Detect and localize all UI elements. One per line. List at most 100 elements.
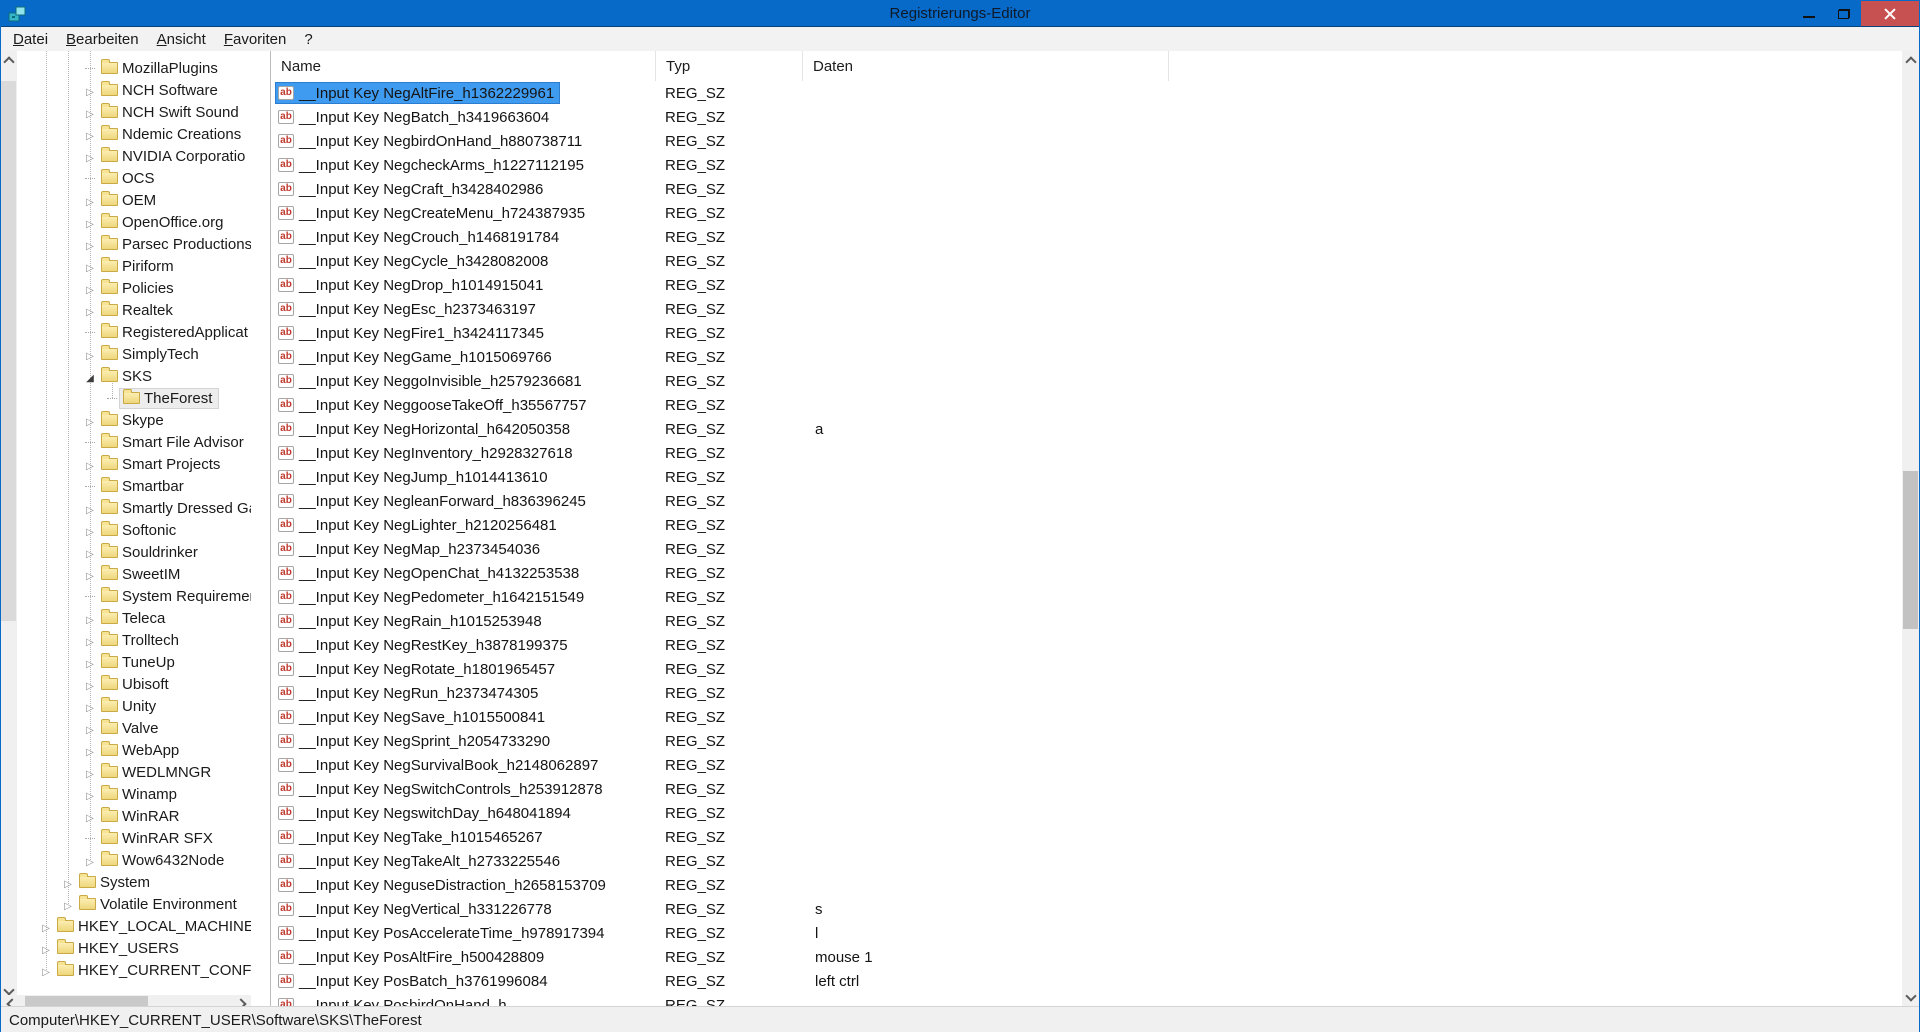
registry-value-row[interactable]: ab__Input Key NegJump_h1014413610REG_SZ [271, 465, 1902, 489]
tree-expander-icon[interactable] [83, 629, 97, 651]
tree-expander-icon[interactable] [83, 497, 97, 519]
tree-item-smart-projects[interactable]: Smart Projects [1, 453, 251, 475]
registry-value-row[interactable]: ab__Input Key NegLighter_h2120256481REG_… [271, 513, 1902, 537]
tree-item-registeredapplicat[interactable]: RegisteredApplicat [1, 321, 251, 343]
list-vertical-scrollbar-thumb[interactable] [1903, 471, 1918, 629]
registry-value-row[interactable]: ab__Input Key NegMap_h2373454036REG_SZ [271, 537, 1902, 561]
tree-item-trolltech[interactable]: Trolltech [1, 629, 251, 651]
registry-value-row[interactable]: ab__Input Key NegbirdOnHand_h880738711RE… [271, 129, 1902, 153]
registry-value-row[interactable]: ab__Input Key NegSprint_h2054733290REG_S… [271, 729, 1902, 753]
tree-item-smart-file-advisor[interactable]: Smart File Advisor [1, 431, 251, 453]
tree-expander-icon[interactable] [39, 915, 53, 937]
registry-value-row[interactable]: ab__Input Key NegSave_h1015500841REG_SZ [271, 705, 1902, 729]
registry-value-row[interactable]: ab__Input Key NegcheckArms_h1227112195RE… [271, 153, 1902, 177]
tree-expander-icon[interactable] [83, 695, 97, 717]
tree-item-smartly-dressed-ga[interactable]: Smartly Dressed Ga [1, 497, 251, 519]
tree-expander-icon[interactable] [83, 849, 97, 871]
menu-item-datei[interactable]: Datei [4, 28, 57, 51]
tree-item-winamp[interactable]: Winamp [1, 783, 251, 805]
tree-expander-icon[interactable] [83, 563, 97, 585]
tree-item-valve[interactable]: Valve [1, 717, 251, 739]
tree-vertical-scrollbar[interactable] [1, 51, 17, 1000]
column-header-data[interactable]: Daten [803, 51, 1169, 81]
minimize-button[interactable] [1791, 1, 1826, 26]
registry-value-row[interactable]: ab__Input Key PosbirdOnHand_h…REG_SZ [271, 993, 1902, 1006]
tree-item-wedlmngr[interactable]: WEDLMNGR [1, 761, 251, 783]
registry-value-row[interactable]: ab__Input Key NegSwitchControls_h2539128… [271, 777, 1902, 801]
tree-item-oem[interactable]: OEM [1, 189, 251, 211]
registry-value-row[interactable]: ab__Input Key NegGame_h1015069766REG_SZ [271, 345, 1902, 369]
column-header-type[interactable]: Typ [656, 51, 803, 81]
tree-item-mozillaplugins[interactable]: MozillaPlugins [1, 57, 251, 79]
registry-value-row[interactable]: ab__Input Key NegCrouch_h1468191784REG_S… [271, 225, 1902, 249]
tree-expander-icon[interactable] [83, 277, 97, 299]
tree-item-openoffice-org[interactable]: OpenOffice.org [1, 211, 251, 233]
registry-value-row[interactable]: ab__Input Key NegRotate_h1801965457REG_S… [271, 657, 1902, 681]
tree-item-softonic[interactable]: Softonic [1, 519, 251, 541]
registry-value-row[interactable]: ab__Input Key NeggoInvisible_h2579236681… [271, 369, 1902, 393]
tree-item-policies[interactable]: Policies [1, 277, 251, 299]
tree-item-hkey-current-config[interactable]: HKEY_CURRENT_CONFIG [1, 959, 251, 981]
tree-expander-icon[interactable] [83, 541, 97, 563]
registry-value-row[interactable]: ab__Input Key NegEsc_h2373463197REG_SZ [271, 297, 1902, 321]
tree-item-teleca[interactable]: Teleca [1, 607, 251, 629]
menu-item-bearbeiten[interactable]: Bearbeiten [57, 28, 148, 51]
registry-value-row[interactable]: ab__Input Key NegCraft_h3428402986REG_SZ [271, 177, 1902, 201]
registry-value-row[interactable]: ab__Input Key NegFire1_h3424117345REG_SZ [271, 321, 1902, 345]
column-header-name[interactable]: Name [271, 51, 656, 81]
registry-value-row[interactable]: ab__Input Key NegSurvivalBook_h214806289… [271, 753, 1902, 777]
registry-value-row[interactable]: ab__Input Key NeguseDistraction_h2658153… [271, 873, 1902, 897]
tree-expander-icon[interactable] [39, 937, 53, 959]
tree-expander-icon[interactable] [83, 739, 97, 761]
registry-value-row[interactable]: ab__Input Key NegTakeAlt_h2733225546REG_… [271, 849, 1902, 873]
registry-value-row[interactable]: ab__Input Key NegRain_h1015253948REG_SZ [271, 609, 1902, 633]
tree-item-ndemic-creations[interactable]: Ndemic Creations [1, 123, 251, 145]
menu-item-ansicht[interactable]: Ansicht [148, 28, 215, 51]
tree-item-souldrinker[interactable]: Souldrinker [1, 541, 251, 563]
tree-expander-icon[interactable] [83, 343, 97, 365]
registry-value-row[interactable]: ab__Input Key NegAltFire_h1362229961REG_… [271, 81, 1902, 105]
tree-item-hkey-users[interactable]: HKEY_USERS [1, 937, 251, 959]
registry-value-row[interactable]: ab__Input Key NeggooseTakeOff_h35567757R… [271, 393, 1902, 417]
tree-item-nch-software[interactable]: NCH Software [1, 79, 251, 101]
registry-value-row[interactable]: ab__Input Key NegRestKey_h3878199375REG_… [271, 633, 1902, 657]
tree-item-system-requiremen[interactable]: System Requiremen [1, 585, 251, 607]
tree-expander-icon[interactable] [83, 101, 97, 123]
tree-item-simplytech[interactable]: SimplyTech [1, 343, 251, 365]
tree-horizontal-scrollbar-thumb[interactable] [25, 996, 148, 1006]
tree-item-sks[interactable]: SKS [1, 365, 251, 387]
tree-item-unity[interactable]: Unity [1, 695, 251, 717]
registry-value-row[interactable]: ab__Input Key NegOpenChat_h4132253538REG… [271, 561, 1902, 585]
registry-value-row[interactable]: ab__Input Key NegBatch_h3419663604REG_SZ [271, 105, 1902, 129]
tree-expander-icon[interactable] [83, 255, 97, 277]
tree-item-skype[interactable]: Skype [1, 409, 251, 431]
tree-item-nch-swift-sound[interactable]: NCH Swift Sound [1, 101, 251, 123]
registry-value-row[interactable]: ab__Input Key NegInventory_h2928327618RE… [271, 441, 1902, 465]
tree-item-nvidia-corporatio[interactable]: NVIDIA Corporatio [1, 145, 251, 167]
tree-expander-icon[interactable] [83, 123, 97, 145]
tree-item-sweetim[interactable]: SweetIM [1, 563, 251, 585]
tree-item-theforest[interactable]: TheForest [1, 387, 251, 409]
tree-item-smartbar[interactable]: Smartbar [1, 475, 251, 497]
tree-expander-icon[interactable] [83, 761, 97, 783]
scroll-up-button[interactable] [1, 51, 17, 68]
tree-expander-icon[interactable] [83, 717, 97, 739]
tree-expander-icon[interactable] [83, 145, 97, 167]
registry-value-row[interactable]: ab__Input Key NegswitchDay_h648041894REG… [271, 801, 1902, 825]
registry-value-row[interactable]: ab__Input Key PosAltFire_h500428809REG_S… [271, 945, 1902, 969]
tree-expander-icon[interactable] [83, 233, 97, 255]
tree-item-parsec-productions[interactable]: Parsec Productions [1, 233, 251, 255]
tree-horizontal-scrollbar[interactable] [1, 995, 251, 1006]
menu-item-favoriten[interactable]: Favoriten [215, 28, 296, 51]
tree-item-ocs[interactable]: OCS [1, 167, 251, 189]
tree-expander-icon[interactable] [83, 783, 97, 805]
tree-expander-icon[interactable] [83, 211, 97, 233]
tree-expander-icon[interactable] [39, 959, 53, 981]
tree-expander-icon[interactable] [83, 299, 97, 321]
tree-item-webapp[interactable]: WebApp [1, 739, 251, 761]
tree-item-winrar-sfx[interactable]: WinRAR SFX [1, 827, 251, 849]
scroll-down-button[interactable] [1902, 989, 1919, 1006]
tree-expander-icon[interactable] [83, 607, 97, 629]
tree-item-system[interactable]: System [1, 871, 251, 893]
tree-expander-icon[interactable] [83, 79, 97, 101]
